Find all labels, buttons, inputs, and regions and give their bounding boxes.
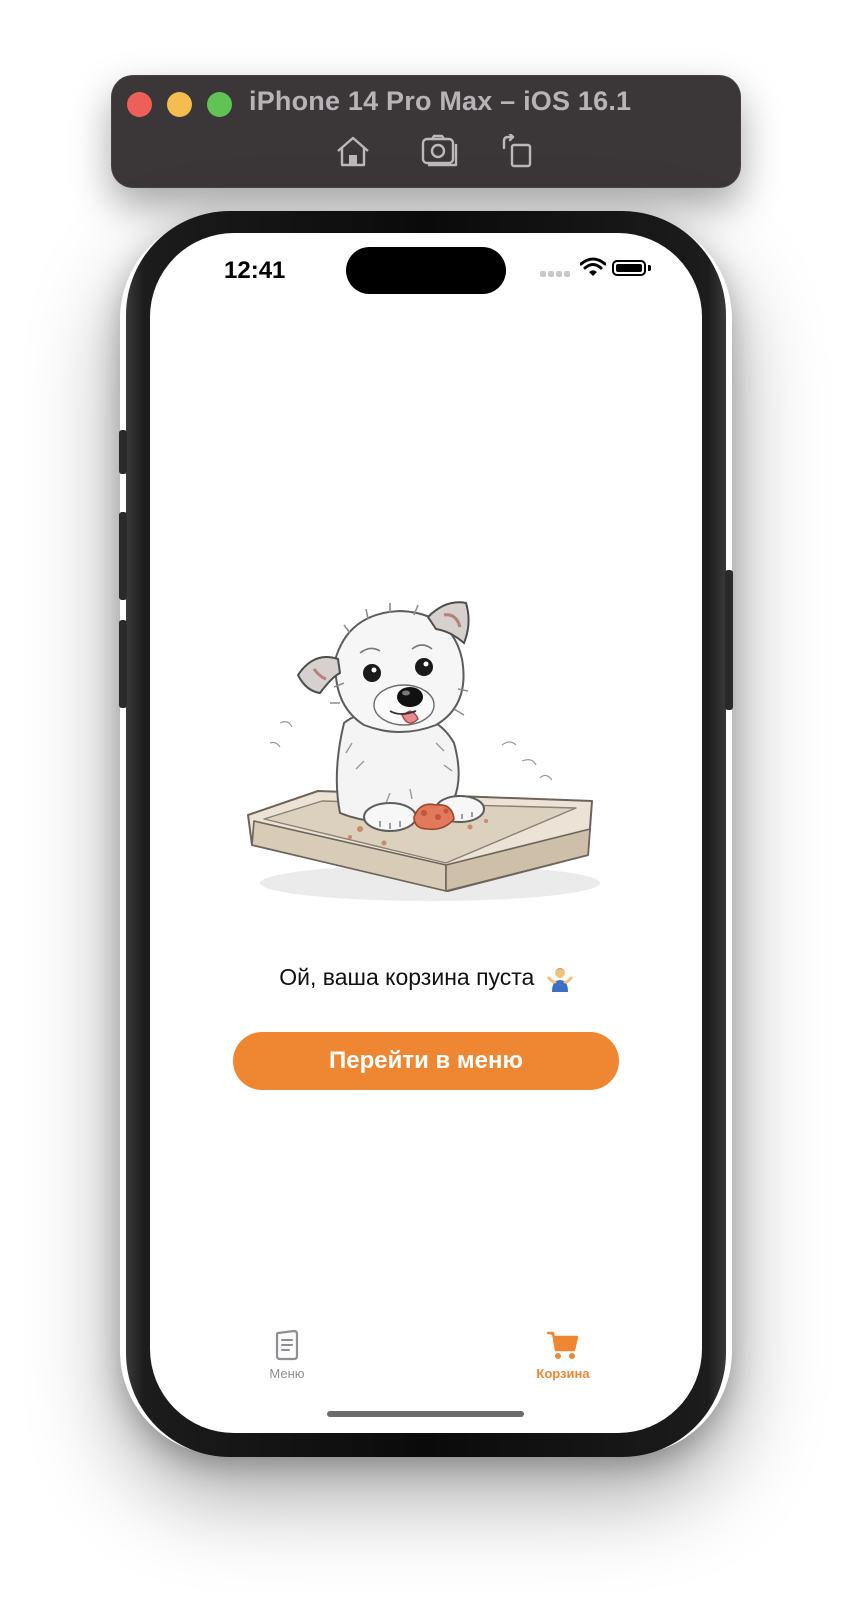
silent-switch (119, 430, 127, 474)
minimize-window-button[interactable] (167, 92, 192, 117)
dynamic-island (346, 247, 506, 294)
rotate-icon[interactable] (500, 132, 540, 168)
empty-cart-text: Ой, ваша корзина пуста (279, 964, 535, 990)
volume-down-button (119, 620, 127, 708)
volume-up-button (119, 512, 127, 600)
cellular-signal-icon (540, 271, 570, 277)
empty-cart-message: Ой, ваша корзина пуста (150, 964, 702, 992)
tab-menu-label: Меню (269, 1366, 305, 1381)
phone-screen: 12:41 Ой, ваша корзина пуста Перейти в м… (150, 233, 702, 1433)
go-to-menu-button[interactable]: Перейти в меню (233, 1032, 619, 1090)
cart-icon (546, 1331, 579, 1359)
menu-book-icon (275, 1329, 299, 1361)
home-icon[interactable] (333, 134, 373, 168)
empty-cart-dog-illustration (247, 601, 600, 901)
battery-cap (648, 265, 651, 271)
simulator-title: iPhone 14 Pro Max – iOS 16.1 (249, 86, 632, 116)
wifi-icon (580, 257, 606, 276)
status-time: 12:41 (224, 257, 286, 284)
tab-cart-label: Корзина (536, 1366, 590, 1381)
power-button (725, 570, 733, 710)
home-indicator[interactable] (327, 1411, 524, 1417)
battery-icon (612, 260, 646, 276)
zoom-window-button[interactable] (207, 92, 232, 117)
close-window-button[interactable] (127, 92, 152, 117)
tab-menu[interactable]: Меню (242, 1328, 332, 1381)
screenshot-icon[interactable] (420, 134, 460, 168)
person-shrugging-emoji (547, 967, 573, 992)
tab-cart[interactable]: Корзина (518, 1328, 608, 1381)
